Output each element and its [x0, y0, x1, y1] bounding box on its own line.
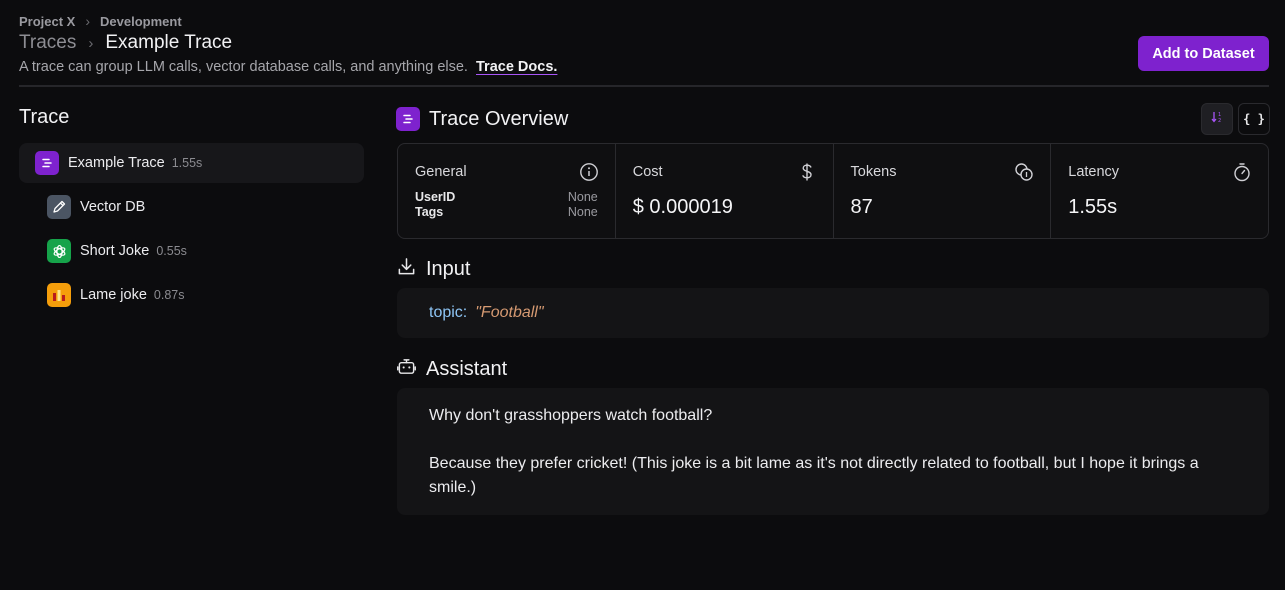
- pencil-icon: [47, 195, 71, 219]
- input-title: Input: [426, 258, 471, 280]
- row-value: None: [567, 205, 598, 219]
- tree-item-label: Vector DB: [80, 199, 146, 215]
- chevron-right-icon: ›: [85, 13, 91, 29]
- row-key: Tags: [415, 205, 444, 219]
- overview-header: Trace Overview: [396, 107, 568, 131]
- trace-icon: [35, 151, 59, 175]
- tree-item-short-joke[interactable]: Short Joke 0.55s: [47, 231, 347, 271]
- custom-chain-icon: [47, 283, 71, 307]
- sort-button[interactable]: 1 2: [1201, 103, 1233, 135]
- timer-icon: [1232, 162, 1252, 187]
- general-row-userid: UserID None: [415, 190, 598, 204]
- dollar-icon: [797, 162, 817, 187]
- row-key: UserID: [415, 190, 456, 204]
- stat-label: Tokens: [850, 164, 897, 180]
- trace-icon: [396, 107, 420, 131]
- row-value: None: [567, 190, 598, 204]
- tree-item-lame-joke[interactable]: Lame joke 0.87s: [47, 275, 347, 315]
- breadcrumb: Project X › Development: [19, 13, 182, 29]
- tree-item-duration: 0.55s: [156, 244, 187, 258]
- header-divider: [19, 85, 1269, 87]
- download-icon: [397, 257, 416, 282]
- chevron-right-icon: ›: [88, 34, 94, 52]
- input-value: "Football": [475, 304, 544, 321]
- title-parent-link[interactable]: Traces: [19, 32, 76, 54]
- tree-item-label: Example Trace: [68, 155, 165, 171]
- stat-label: General: [415, 164, 467, 180]
- svg-text:2: 2: [1218, 118, 1221, 124]
- stat-general: General UserID None Tags None: [398, 144, 616, 238]
- braces-icon: { }: [1243, 112, 1265, 126]
- overview-stats: General UserID None Tags None Cost $ 0.0…: [397, 143, 1269, 239]
- assistant-paragraph: Because they prefer cricket! (This joke …: [429, 455, 1199, 496]
- subtitle-text: A trace can group LLM calls, vector data…: [19, 59, 468, 75]
- tree-item-label: Lame joke: [80, 287, 147, 303]
- trace-tree-title: Trace: [19, 106, 70, 128]
- stat-label: Latency: [1068, 164, 1120, 180]
- stat-label: Cost: [632, 164, 663, 180]
- stat-value: 87: [850, 196, 873, 218]
- title-current: Example Trace: [105, 32, 233, 53]
- assistant-title: Assistant: [426, 358, 508, 380]
- breadcrumb-environment[interactable]: Development: [100, 14, 182, 29]
- tree-item-duration: 1.55s: [171, 156, 203, 170]
- tree-item-vector-db[interactable]: Vector DB: [47, 187, 347, 227]
- robot-icon: [397, 357, 416, 382]
- stat-tokens: Tokens 87: [834, 144, 1052, 238]
- stat-cost: Cost $ 0.000019: [616, 144, 834, 238]
- assistant-message: Why don't grasshoppers watch football? B…: [397, 388, 1269, 515]
- trace-docs-link[interactable]: Trace Docs.: [476, 59, 557, 75]
- page-subtitle: A trace can group LLM calls, vector data…: [19, 59, 557, 75]
- tree-item-label: Short Joke: [80, 243, 150, 259]
- assistant-paragraph: Why don't grasshoppers watch football?: [429, 407, 713, 424]
- input-section-header: Input: [397, 257, 470, 282]
- openai-icon: [47, 239, 71, 263]
- stat-value: $ 0.000019: [632, 196, 733, 218]
- general-row-tags: Tags None: [415, 205, 598, 219]
- overview-toolbar: 1 2 { }: [1201, 103, 1270, 135]
- overview-title: Trace Overview: [429, 107, 569, 130]
- sort-icon: 1 2: [1210, 110, 1224, 129]
- json-view-button[interactable]: { }: [1238, 103, 1270, 135]
- tree-item-example-trace[interactable]: Example Trace 1.55s: [19, 143, 364, 183]
- coins-icon: [1014, 162, 1034, 187]
- assistant-section-header: Assistant: [397, 357, 507, 382]
- input-content: topic: "Football": [397, 288, 1269, 338]
- stat-value: 1.55s: [1068, 196, 1118, 218]
- tree-item-duration: 0.87s: [153, 288, 185, 302]
- add-to-dataset-button[interactable]: Add to Dataset: [1138, 36, 1269, 71]
- stat-latency: Latency 1.55s: [1051, 144, 1268, 238]
- info-icon[interactable]: [579, 162, 599, 187]
- breadcrumb-project[interactable]: Project X: [19, 14, 75, 29]
- input-key: topic:: [429, 304, 468, 321]
- page-title: Traces › Example Trace: [19, 32, 232, 54]
